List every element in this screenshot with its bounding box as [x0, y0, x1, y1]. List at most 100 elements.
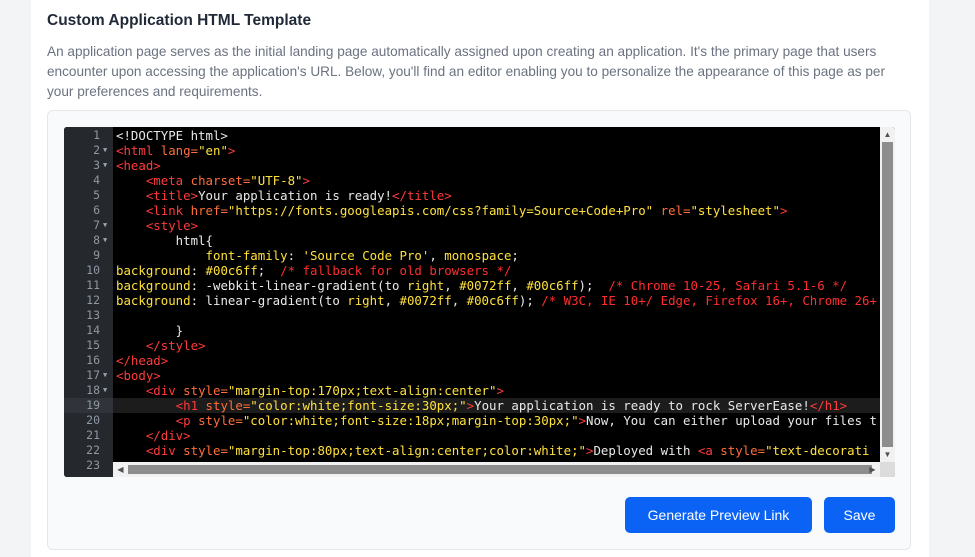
code-line[interactable]: 14 } [64, 323, 880, 338]
code-line[interactable]: 15 </style> [64, 338, 880, 353]
save-button[interactable]: Save [824, 497, 895, 533]
fold-toggle-icon[interactable]: ▼ [103, 383, 107, 398]
code-line[interactable]: 16 </head> [64, 353, 880, 368]
code-token: <p [175, 413, 199, 428]
code-line[interactable]: 17 ▼ <body> [64, 368, 880, 383]
scroll-up-icon[interactable]: ▲ [880, 127, 895, 142]
code-line[interactable]: 1 <!DOCTYPE html> [64, 128, 880, 143]
code-text[interactable]: <html lang="en"> [116, 143, 235, 158]
code-token: , [384, 293, 400, 308]
line-number-text: 10 [86, 263, 100, 277]
code-token: href= [190, 203, 228, 218]
code-token: "color:white;font-size:18px;margin-top:3… [242, 413, 579, 428]
code-token: #00c6ff [526, 278, 579, 293]
code-token: ; [257, 263, 281, 278]
code-line[interactable]: 7 ▼ <style> [64, 218, 880, 233]
code-text[interactable]: <div style="margin-top:80px;text-align:c… [116, 443, 870, 458]
code-token: </div> [145, 428, 191, 443]
fold-toggle-icon[interactable]: ▼ [103, 368, 107, 383]
code-text[interactable]: html{ [116, 233, 213, 248]
code-token: background [116, 263, 191, 278]
line-number: 10 [64, 263, 113, 278]
vertical-scroll-thumb[interactable] [882, 142, 893, 447]
code-line[interactable]: 21 </div> [64, 428, 880, 443]
code-text[interactable]: <title>Your application is ready!</title… [116, 188, 452, 203]
code-text[interactable]: background: -webkit-linear-gradient(to r… [116, 278, 847, 293]
code-text[interactable]: <meta charset="UTF-8"> [116, 173, 310, 188]
code-text[interactable]: </div> [116, 428, 191, 443]
code-lines[interactable]: 1 <!DOCTYPE html> 2 ▼ <html lang="en"> 3 ▼ <hea… [64, 128, 880, 473]
code-text[interactable]: </style> [116, 338, 206, 353]
line-number: 14 [64, 323, 113, 338]
fold-toggle-icon[interactable]: ▼ [103, 233, 107, 248]
scroll-down-icon[interactable]: ▼ [880, 447, 895, 462]
line-number: 3 ▼ [64, 158, 113, 173]
code-line[interactable]: 4 <meta charset="UTF-8"> [64, 173, 880, 188]
line-number-text: 7 [93, 218, 100, 232]
code-text[interactable]: <head> [116, 158, 161, 173]
code-token: > [227, 143, 236, 158]
vertical-scrollbar[interactable]: ▲ ▼ [880, 127, 895, 462]
code-text[interactable]: <style> [116, 218, 198, 233]
code-text[interactable]: <p style="color:white;font-size:18px;mar… [116, 413, 877, 428]
code-line[interactable]: 2 ▼ <html lang="en"> [64, 143, 880, 158]
section-description: An application page serves as the initia… [47, 44, 885, 99]
code-text[interactable]: } [116, 323, 183, 338]
code-line[interactable]: 12 background: linear-gradient(to right, … [64, 293, 880, 308]
code-line[interactable]: 13 [64, 308, 880, 323]
code-text[interactable]: <link href="https://fonts.googleapis.com… [116, 203, 788, 218]
code-text[interactable]: font-family: 'Source Code Pro', monospac… [116, 248, 519, 263]
line-number: 15 [64, 338, 113, 353]
code-line[interactable]: 19 <h1 style="color:white;font-size:30px… [64, 398, 880, 413]
code-text[interactable]: </head> [116, 353, 168, 368]
line-number-text: 12 [86, 293, 100, 307]
code-line[interactable]: 3 ▼ <head> [64, 158, 880, 173]
code-token: style= [183, 383, 228, 398]
code-line[interactable]: 8 ▼ html{ [64, 233, 880, 248]
code-line[interactable]: 20 <p style="color:white;font-size:18px;… [64, 413, 880, 428]
scroll-right-icon[interactable]: ▶ [865, 462, 880, 477]
code-token: style= [198, 413, 243, 428]
code-token: "https://fonts.googleapis.com/css?family… [227, 203, 654, 218]
code-text[interactable]: <!DOCTYPE html> [116, 128, 228, 143]
code-line[interactable]: 10 background: #00c6ff; /* fallback for o… [64, 263, 880, 278]
code-token: <html [116, 143, 161, 158]
code-token: <a [697, 443, 721, 458]
code-text[interactable]: background: #00c6ff; /* fallback for old… [116, 263, 511, 278]
code-token: ; [511, 248, 519, 263]
code-token: ); [518, 293, 542, 308]
code-token: /* Chrome 10-25, Safari 5.1-6 */ [608, 278, 848, 293]
scroll-left-icon[interactable]: ◀ [113, 462, 128, 477]
line-number-text: 2 [93, 143, 100, 157]
code-token: , [511, 278, 527, 293]
code-token: ); [578, 278, 609, 293]
code-line[interactable]: 18 ▼ <div style="margin-top:170px;text-al… [64, 383, 880, 398]
fold-toggle-icon[interactable]: ▼ [103, 158, 107, 173]
fold-toggle-icon[interactable]: ▼ [103, 143, 107, 158]
code-token: #00c6ff [466, 293, 519, 308]
code-line[interactable]: 9 font-family: 'Source Code Pro', monosp… [64, 248, 880, 263]
code-token: , [451, 293, 467, 308]
code-line[interactable]: 6 <link href="https://fonts.googleapis.c… [64, 203, 880, 218]
horizontal-scroll-thumb[interactable] [128, 465, 872, 474]
code-text[interactable]: <h1 style="color:white;font-size:30px;">… [116, 398, 847, 413]
code-token: #0072ff [459, 278, 512, 293]
line-number: 7 ▼ [64, 218, 113, 233]
code-text[interactable]: <div style="margin-top:170px;text-align:… [116, 383, 504, 398]
code-text[interactable]: background: linear-gradient(to right, #0… [116, 293, 877, 308]
horizontal-scrollbar[interactable]: ◀ ▶ [113, 462, 880, 477]
code-token: /* W3C, IE 10+/ Edge, Firefox 16+, Chrom… [541, 293, 877, 308]
fold-toggle-icon[interactable]: ▼ [103, 218, 107, 233]
code-token: : linear-gradient(to [190, 293, 348, 308]
code-line[interactable]: 11 background: -webkit-linear-gradient(to… [64, 278, 880, 293]
line-number-text: 5 [93, 188, 100, 202]
code-text[interactable]: <body> [116, 368, 161, 383]
generate-preview-link-button[interactable]: Generate Preview Link [625, 497, 812, 533]
line-number-text: 20 [86, 413, 100, 427]
code-line[interactable]: 5 <title>Your application is ready!</tit… [64, 188, 880, 203]
code-editor[interactable]: 1 <!DOCTYPE html> 2 ▼ <html lang="en"> 3 ▼ <hea… [64, 127, 895, 477]
code-line[interactable]: 22 <div style="margin-top:80px;text-alig… [64, 443, 880, 458]
